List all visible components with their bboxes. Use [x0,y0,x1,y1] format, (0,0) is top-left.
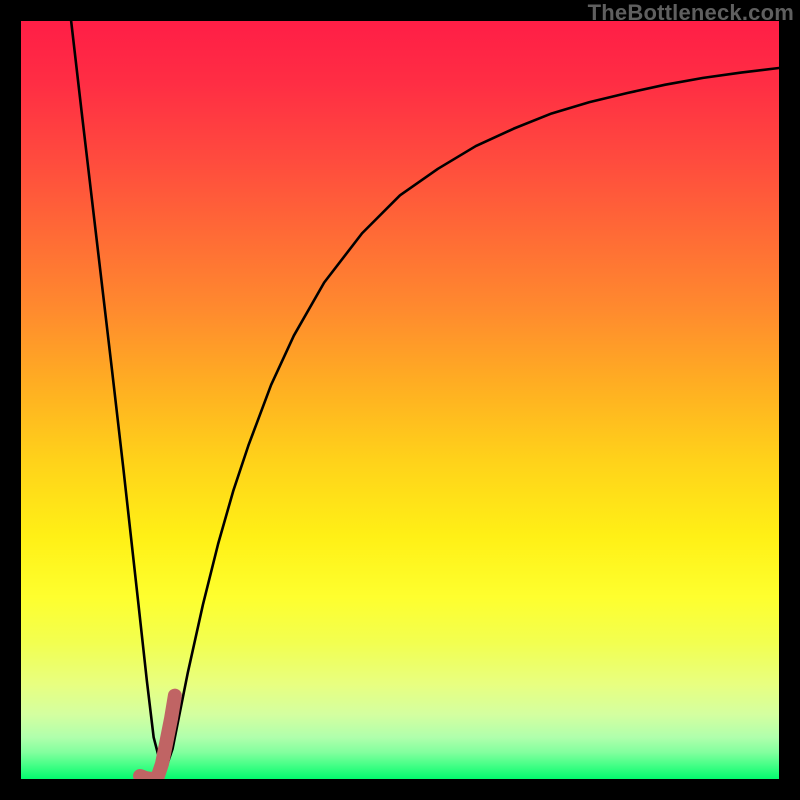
chart-frame: TheBottleneck.com [0,0,800,800]
gradient-background [21,21,779,779]
plot-area [21,21,779,779]
watermark-text: TheBottleneck.com [588,0,794,26]
chart-svg [21,21,779,779]
